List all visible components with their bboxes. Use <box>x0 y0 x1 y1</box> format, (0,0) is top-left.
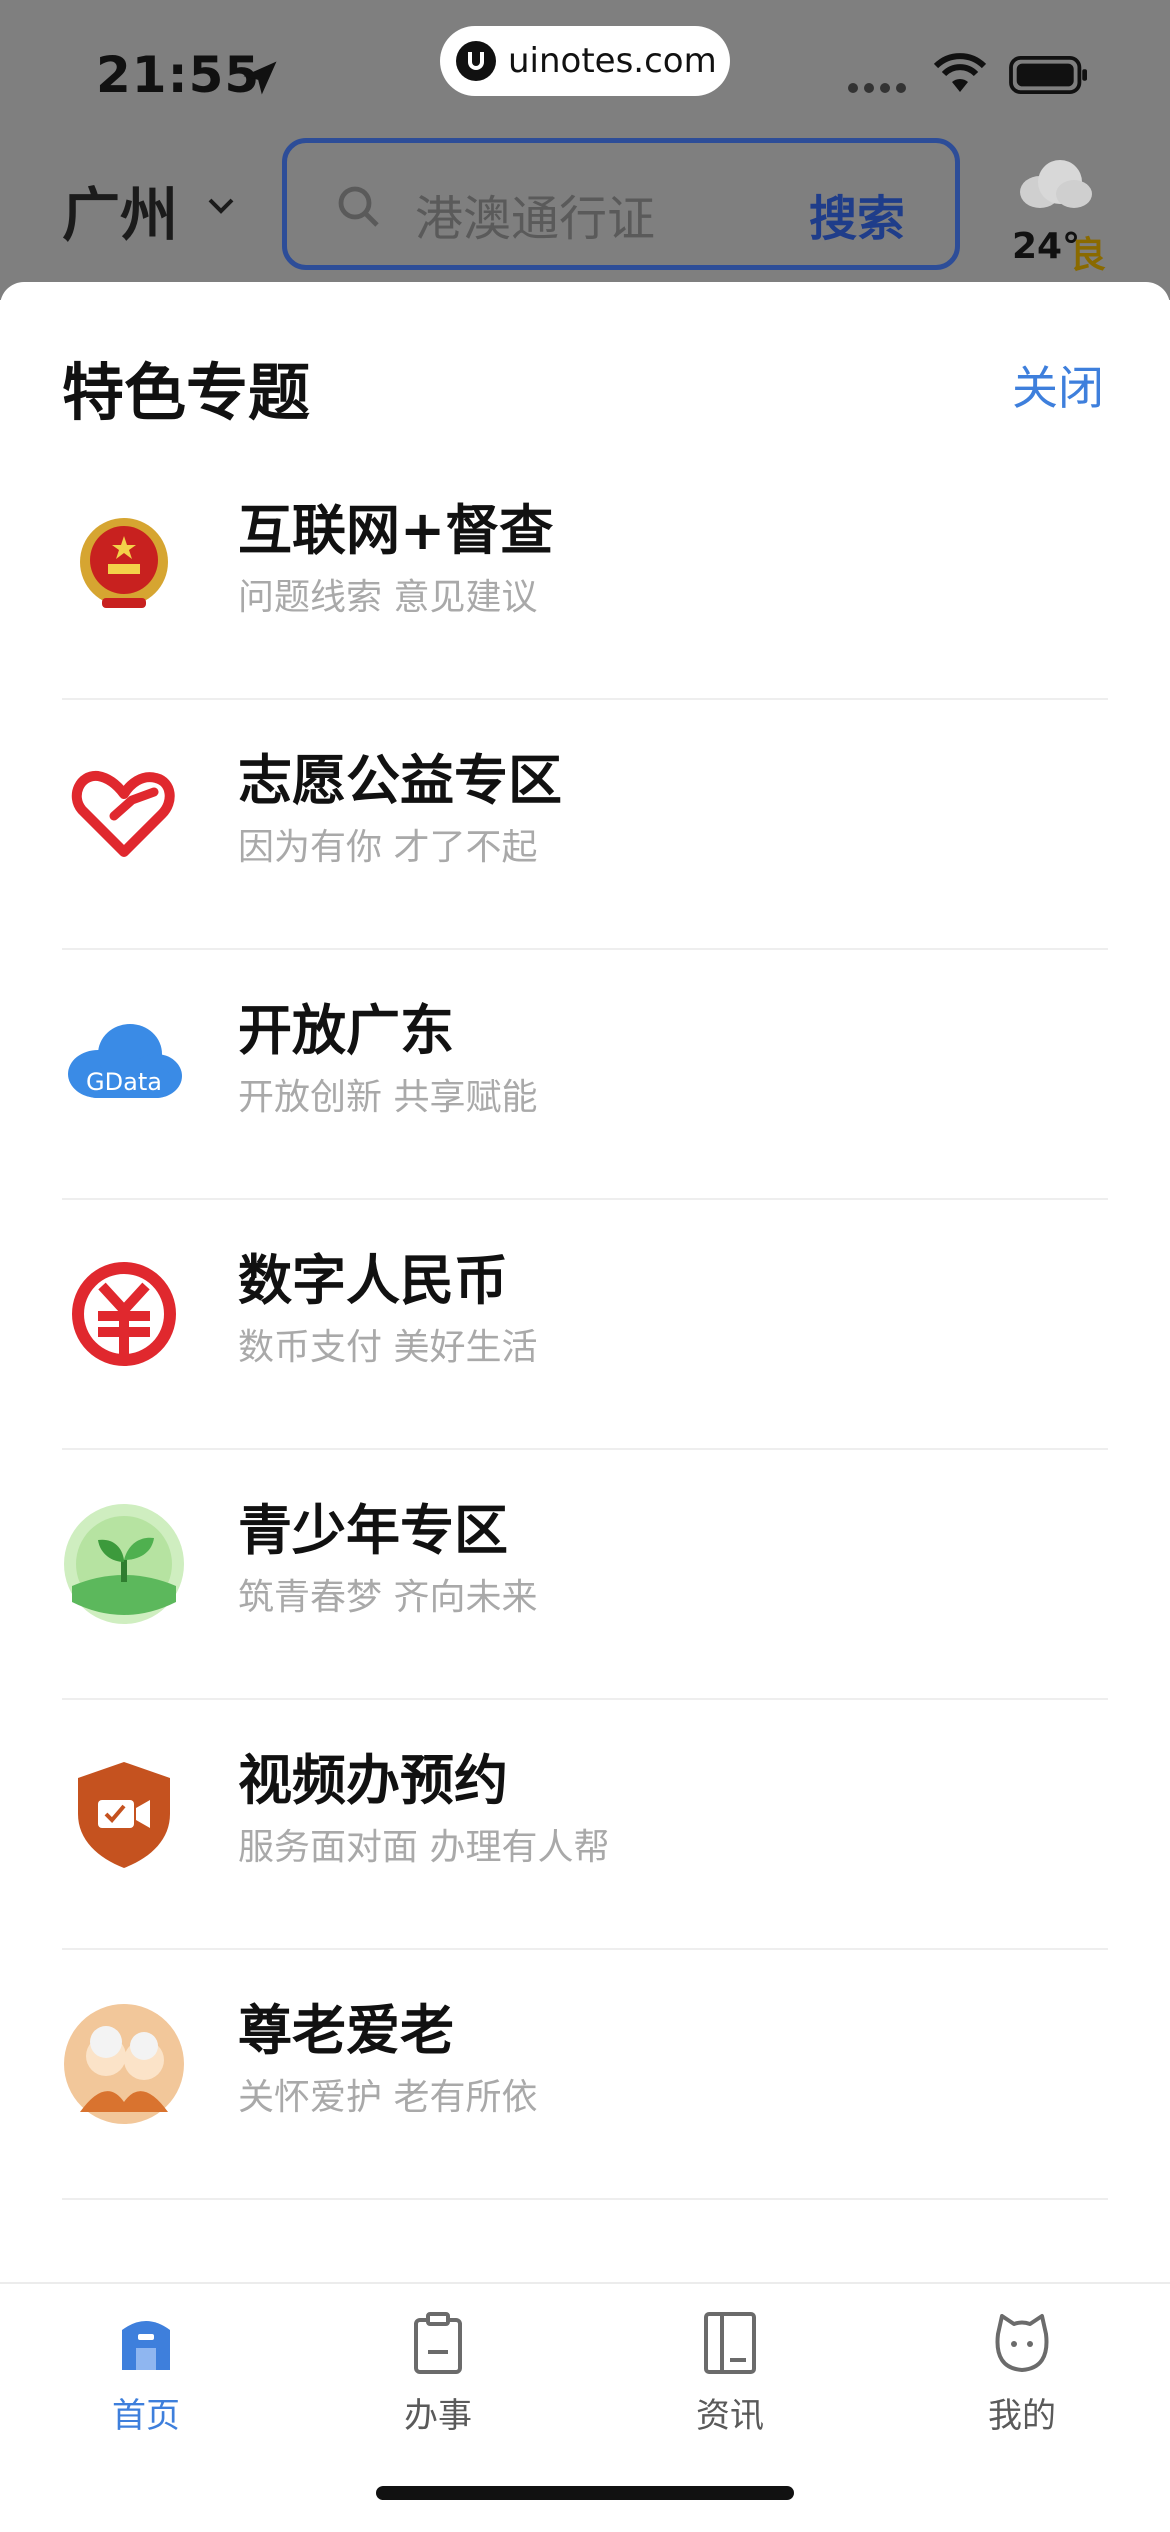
battery-icon <box>1009 56 1087 94</box>
news-icon <box>704 2312 756 2374</box>
topics-sheet: 特色专题 关闭 互联网+督查 问题线索 意见建议 志愿公益专区 因为有你 才了不… <box>0 282 1170 2282</box>
tab-services[interactable]: 办事 <box>338 2308 538 2448</box>
volunteer-heart-icon <box>71 771 175 857</box>
divider <box>62 2198 1108 2200</box>
home-indicator[interactable] <box>376 2486 794 2500</box>
uinotes-logo-icon <box>456 41 496 81</box>
tab-profile[interactable]: 我的 <box>922 2308 1122 2448</box>
search-input[interactable]: 港澳通行证 <box>415 179 655 249</box>
tab-label: 我的 <box>988 2396 1056 2436</box>
signal-dots-icon <box>848 78 912 97</box>
location-arrow-icon <box>243 61 277 95</box>
topic-item-open-guangdong[interactable]: GData 开放广东 开放创新 共享赋能 <box>62 950 1108 1200</box>
weather-aqi: 良 <box>1070 235 1107 276</box>
tab-label: 资讯 <box>696 2396 764 2436</box>
national-emblem-icon <box>80 518 168 608</box>
close-button[interactable]: 关闭 <box>1012 352 1104 418</box>
topic-item-youth[interactable]: 青少年专区 筑青春梦 齐向未来 <box>62 1450 1108 1700</box>
sprout-icon <box>64 1504 184 1624</box>
topic-item-digital-rmb[interactable]: 数字人民币 数币支付 美好生活 <box>62 1200 1108 1450</box>
home-icon <box>122 2321 170 2370</box>
topic-title: 互联网+督查 <box>238 499 554 562</box>
topic-title: 青少年专区 <box>238 1499 508 1562</box>
topic-title: 志愿公益专区 <box>238 749 562 812</box>
wifi-icon <box>933 53 987 92</box>
topic-subtitle: 因为有你 才了不起 <box>238 827 538 868</box>
topic-subtitle: 服务面对面 办理有人帮 <box>238 1827 610 1868</box>
gdata-label: GData <box>86 1068 162 1096</box>
profile-icon <box>995 2314 1049 2372</box>
topic-title: 数字人民币 <box>238 1249 508 1312</box>
topic-subtitle: 筑青春梦 齐向未来 <box>238 1577 538 1618</box>
topic-item-volunteer[interactable]: 志愿公益专区 因为有你 才了不起 <box>62 700 1108 950</box>
search-box[interactable]: 港澳通行证 搜索 <box>282 138 960 270</box>
cloud-icon <box>1020 160 1092 208</box>
status-time: 21:55 <box>96 46 261 104</box>
clipboard-icon <box>414 2312 462 2374</box>
topic-title: 尊老爱老 <box>238 1999 454 2062</box>
sheet-title: 特色专题 <box>62 356 311 429</box>
search-button[interactable]: 搜索 <box>809 179 905 249</box>
topic-subtitle: 问题线索 意见建议 <box>238 577 538 618</box>
tab-label: 办事 <box>404 2396 472 2436</box>
topic-item-video-appointment[interactable]: 视频办预约 服务面对面 办理有人帮 <box>62 1700 1108 1950</box>
digital-rmb-icon <box>72 1262 176 1366</box>
topic-subtitle: 关怀爱护 老有所依 <box>238 2077 538 2118</box>
tab-label: 首页 <box>112 2396 180 2436</box>
video-shield-icon <box>78 1762 170 1868</box>
tab-news[interactable]: 资讯 <box>630 2308 830 2448</box>
topic-item-internet-supervision[interactable]: 互联网+督查 问题线索 意见建议 <box>62 450 1108 700</box>
topic-title: 开放广东 <box>238 999 454 1062</box>
app-screen: 21:55 uinotes.com 广州 港澳通行证 搜索 24° 良 特色专题… <box>0 0 1170 2532</box>
topic-title: 视频办预约 <box>238 1749 508 1812</box>
elderly-couple-icon <box>64 2004 184 2124</box>
topic-item-elderly-care[interactable]: 尊老爱老 关怀爱护 老有所依 <box>62 1950 1108 2200</box>
topic-subtitle: 开放创新 共享赋能 <box>238 1077 538 1118</box>
city-selector[interactable]: 广州 <box>62 168 178 252</box>
url-text: uinotes.com <box>508 41 717 81</box>
background-header: 21:55 uinotes.com 广州 港澳通行证 搜索 24° 良 <box>0 0 1170 300</box>
topic-subtitle: 数币支付 美好生活 <box>238 1327 538 1368</box>
search-icon <box>338 186 379 227</box>
url-pill: uinotes.com <box>440 26 730 96</box>
chevron-down-icon[interactable] <box>206 196 236 216</box>
tab-home[interactable]: 首页 <box>46 2308 246 2448</box>
gdata-cloud-icon: GData <box>68 1024 182 1098</box>
